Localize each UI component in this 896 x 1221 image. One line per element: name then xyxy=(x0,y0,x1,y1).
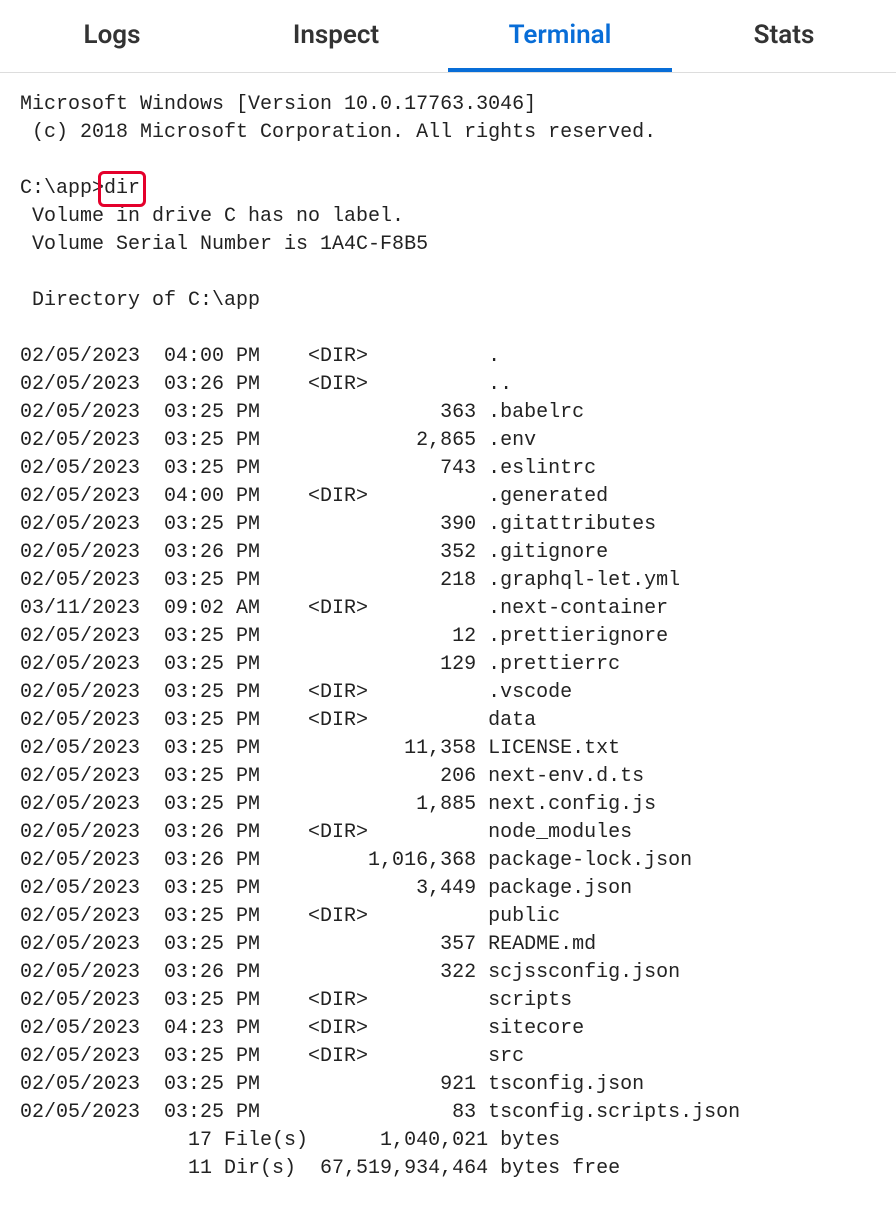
banner-line: Microsoft Windows [Version 10.0.17763.30… xyxy=(20,93,536,116)
tab-terminal[interactable]: Terminal xyxy=(448,0,672,72)
volume-line: Volume in drive C has no label. xyxy=(20,205,404,228)
tab-stats[interactable]: Stats xyxy=(672,0,896,72)
tab-logs[interactable]: Logs xyxy=(0,0,224,72)
directory-of-line: Directory of C:\app xyxy=(20,289,260,312)
command-highlight: dir xyxy=(104,175,140,203)
serial-line: Volume Serial Number is 1A4C-F8B5 xyxy=(20,233,428,256)
summary-dirs: 11 Dir(s) 67,519,934,464 bytes free xyxy=(20,1157,620,1180)
command-text: dir xyxy=(104,177,140,200)
summary-files: 17 File(s) 1,040,021 bytes xyxy=(20,1129,560,1152)
prompt-path: C:\app> xyxy=(20,177,104,200)
tab-inspect[interactable]: Inspect xyxy=(224,0,448,72)
dir-listing: 02/05/2023 04:00 PM <DIR> . 02/05/2023 0… xyxy=(20,345,740,1124)
terminal-output[interactable]: Microsoft Windows [Version 10.0.17763.30… xyxy=(0,73,896,1201)
tab-bar: Logs Inspect Terminal Stats xyxy=(0,0,896,73)
banner-line: (c) 2018 Microsoft Corporation. All righ… xyxy=(20,121,656,144)
